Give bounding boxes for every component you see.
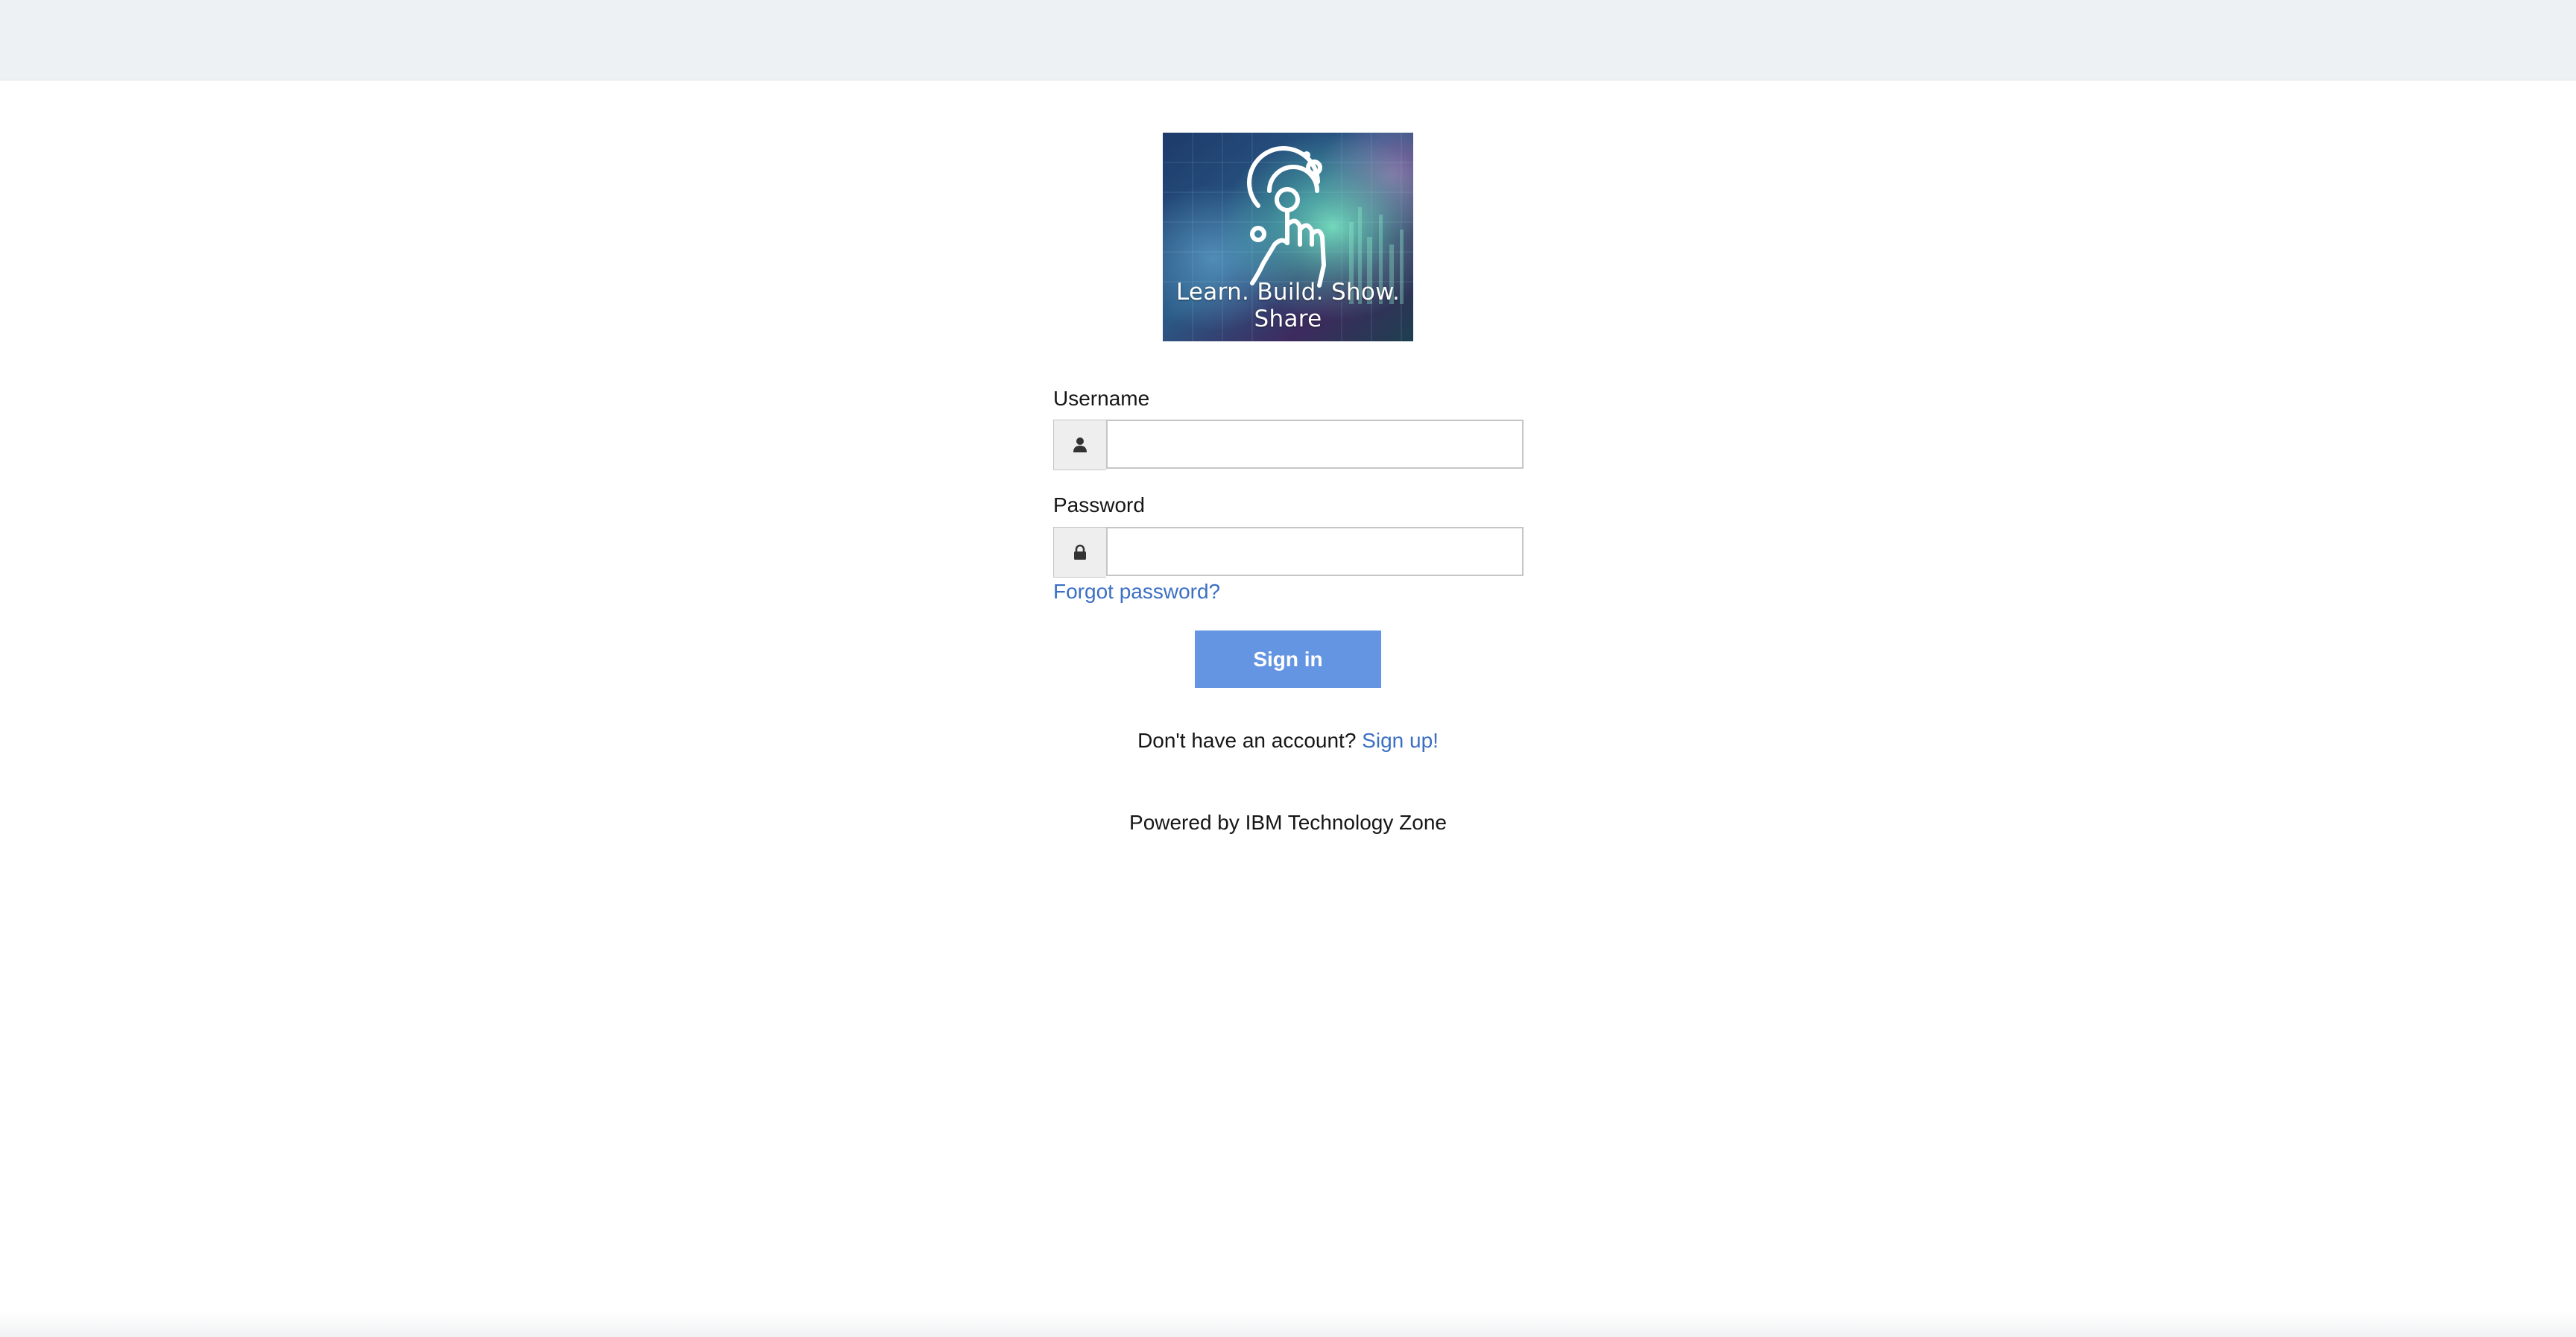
password-label: Password <box>1053 493 1145 516</box>
logo-caption: Learn. Build. Show. Share <box>1175 279 1401 332</box>
sign-in-button[interactable]: Sign in <box>1195 630 1381 688</box>
brand-logo-image: Learn. Build. Show. Share <box>1163 133 1413 341</box>
password-field[interactable] <box>1106 527 1524 576</box>
sign-up-link[interactable]: Sign up! <box>1362 729 1439 752</box>
username-label: Username <box>1053 387 1150 410</box>
user-icon <box>1053 420 1106 470</box>
bottom-edge-shadow <box>0 1312 2576 1337</box>
powered-by-text: Powered by IBM Technology Zone <box>1129 811 1447 834</box>
password-input-group <box>1053 527 1524 578</box>
username-field[interactable] <box>1106 420 1524 469</box>
signup-prompt-line: Don't have an account? Sign up! <box>0 729 2576 753</box>
top-header-bar <box>0 0 2576 80</box>
lock-icon <box>1053 527 1106 578</box>
username-input-group <box>1053 420 1524 470</box>
user-icon-glyph <box>1073 437 1087 452</box>
lock-icon-glyph <box>1074 544 1086 560</box>
forgot-password-link[interactable]: Forgot password? <box>1053 580 1220 604</box>
signup-prompt-text: Don't have an account? <box>1137 729 1363 752</box>
